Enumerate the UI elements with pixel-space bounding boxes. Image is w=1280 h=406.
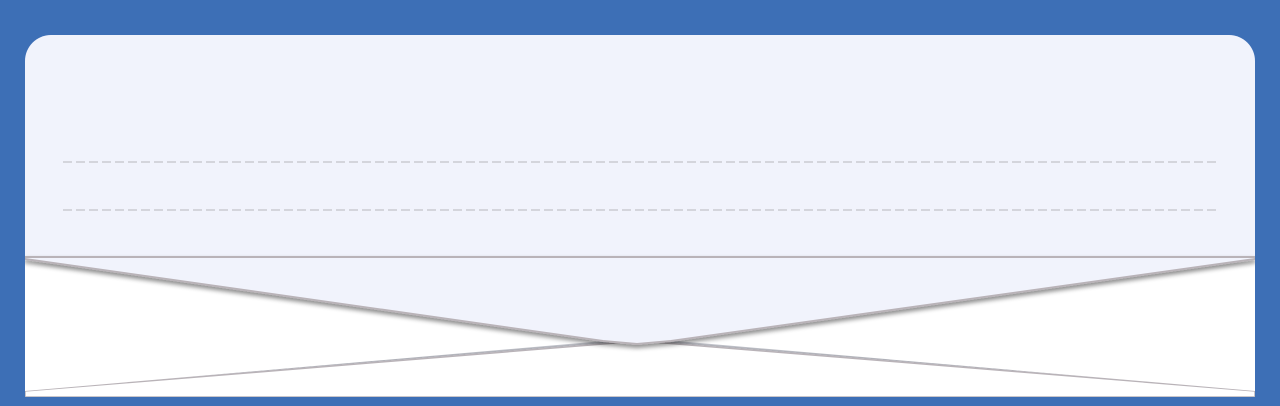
- envelope: [25, 35, 1255, 397]
- envelope-graphic: [25, 35, 1255, 397]
